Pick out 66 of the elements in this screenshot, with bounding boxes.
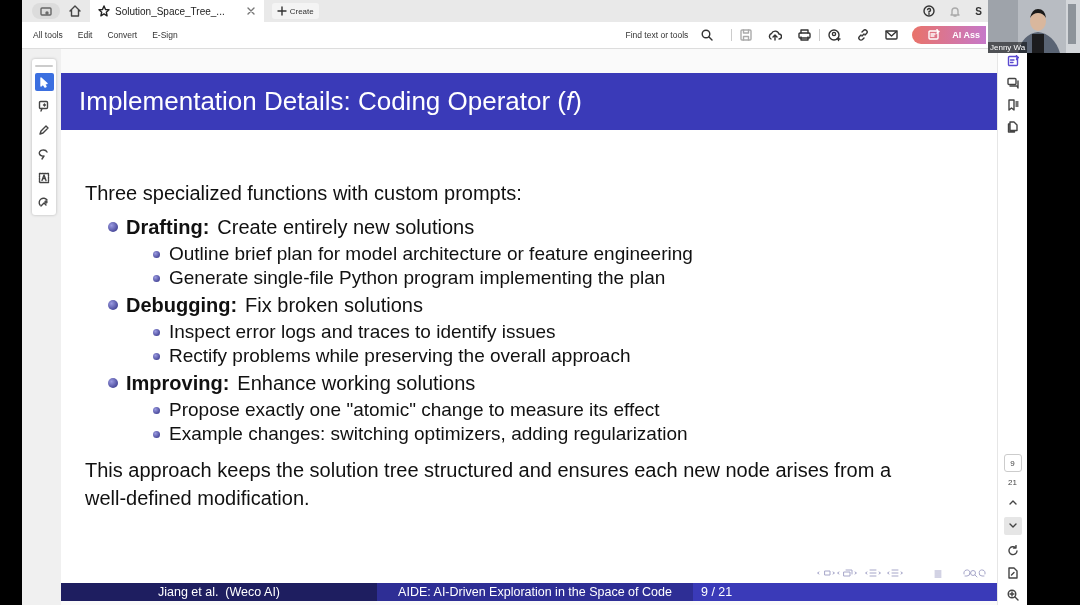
intro-text: Three specialized functions with custom prompts:	[85, 181, 523, 205]
bullet-icon	[153, 250, 160, 258]
footer-title: AIDE: AI-Driven Exploration in the Space of Code	[377, 583, 693, 601]
bullet-icon	[108, 300, 118, 310]
bullet-text: Generate single-file Python program implementing the plan	[169, 267, 666, 289]
bullet-text: Inspect error logs and traces to identify issues	[169, 321, 556, 343]
section-heading: Drafting:	[126, 215, 210, 239]
section-text: Enhance working solutions	[237, 371, 476, 395]
window-switch-button[interactable]	[32, 3, 60, 19]
link-icon[interactable]	[857, 29, 870, 41]
home-icon[interactable]	[68, 4, 82, 18]
pen-icon	[38, 124, 50, 136]
sparkle-chat-icon	[928, 29, 941, 41]
window-icon	[40, 6, 52, 16]
menu-item[interactable]: Convert	[107, 30, 138, 40]
footer-authors: Jiang et al. (Weco AI)	[61, 583, 377, 601]
bullet-icon	[153, 328, 160, 336]
section-heading: Improving:	[126, 371, 230, 395]
search-button[interactable]: Find text or tools	[625, 29, 722, 41]
tab-title: Solution_Space_Tree_...	[115, 5, 225, 17]
bullet-text: Example changes: switching optimizers, adding regularization	[169, 423, 688, 445]
avatar-letter[interactable]: S	[975, 5, 982, 17]
rotate-icon[interactable]	[1006, 545, 1019, 557]
upload-icon[interactable]	[768, 29, 783, 41]
slide-title-bar: Implementation Details: Coding Operator (f)	[61, 73, 997, 130]
mail-icon[interactable]	[885, 29, 899, 41]
bullet-icon	[153, 274, 160, 282]
copy-pages-icon[interactable]	[1006, 121, 1019, 133]
bullet-icon	[153, 430, 160, 438]
footer-page: 9 / 21	[693, 583, 997, 601]
next-page-button[interactable]	[1003, 517, 1022, 535]
participant-name: Jenny Wa	[988, 42, 1028, 53]
page-total: 21	[1008, 478, 1017, 487]
edit-panel-icon[interactable]	[1006, 55, 1019, 67]
tool-button[interactable]	[34, 73, 54, 91]
bullet-icon	[108, 378, 118, 388]
bookmark-icon[interactable]	[1006, 99, 1019, 111]
bullet-text: Propose exactly one "atomic" change to measure its effect	[169, 399, 660, 421]
help-icon[interactable]	[923, 5, 936, 17]
star-icon[interactable]	[98, 5, 110, 17]
bullet-icon	[153, 352, 160, 360]
menu-item[interactable]: All tools	[33, 30, 63, 40]
plus-icon	[276, 6, 287, 16]
add-user-icon[interactable]	[828, 28, 842, 42]
document-tab[interactable]: Solution_Space_Tree_...	[90, 0, 264, 22]
section-text: Fix broken solutions	[245, 293, 423, 317]
zoom-in-icon[interactable]	[1006, 589, 1019, 601]
bullet-icon	[153, 406, 160, 414]
page-number-field[interactable]: 9	[1003, 454, 1022, 472]
close-icon[interactable]	[245, 6, 256, 16]
section-text: Create entirely new solutions	[217, 215, 475, 239]
add-comment-icon	[38, 100, 50, 112]
bullet-text: Outline brief plan for model architecture or feature engineering	[169, 243, 693, 265]
create-button[interactable]: Create	[271, 3, 319, 19]
search-icon	[701, 29, 714, 41]
conclusion-text: This approach keeps the solution tree structured and ensures each new node arises from a well-defined modification.	[85, 458, 892, 511]
bullet-text: Rectify problems while preserving the overall approach	[169, 345, 631, 367]
print-icon[interactable]	[798, 29, 812, 41]
lasso-icon	[38, 148, 50, 160]
section-heading: Debugging:	[126, 293, 238, 317]
menu-item[interactable]: Edit	[77, 30, 93, 40]
menu-item[interactable]: E-Sign	[152, 30, 178, 40]
bullet-icon	[108, 222, 118, 232]
pointer-icon	[38, 76, 50, 88]
comments-icon[interactable]	[1006, 77, 1019, 89]
text-box-icon	[38, 172, 50, 184]
